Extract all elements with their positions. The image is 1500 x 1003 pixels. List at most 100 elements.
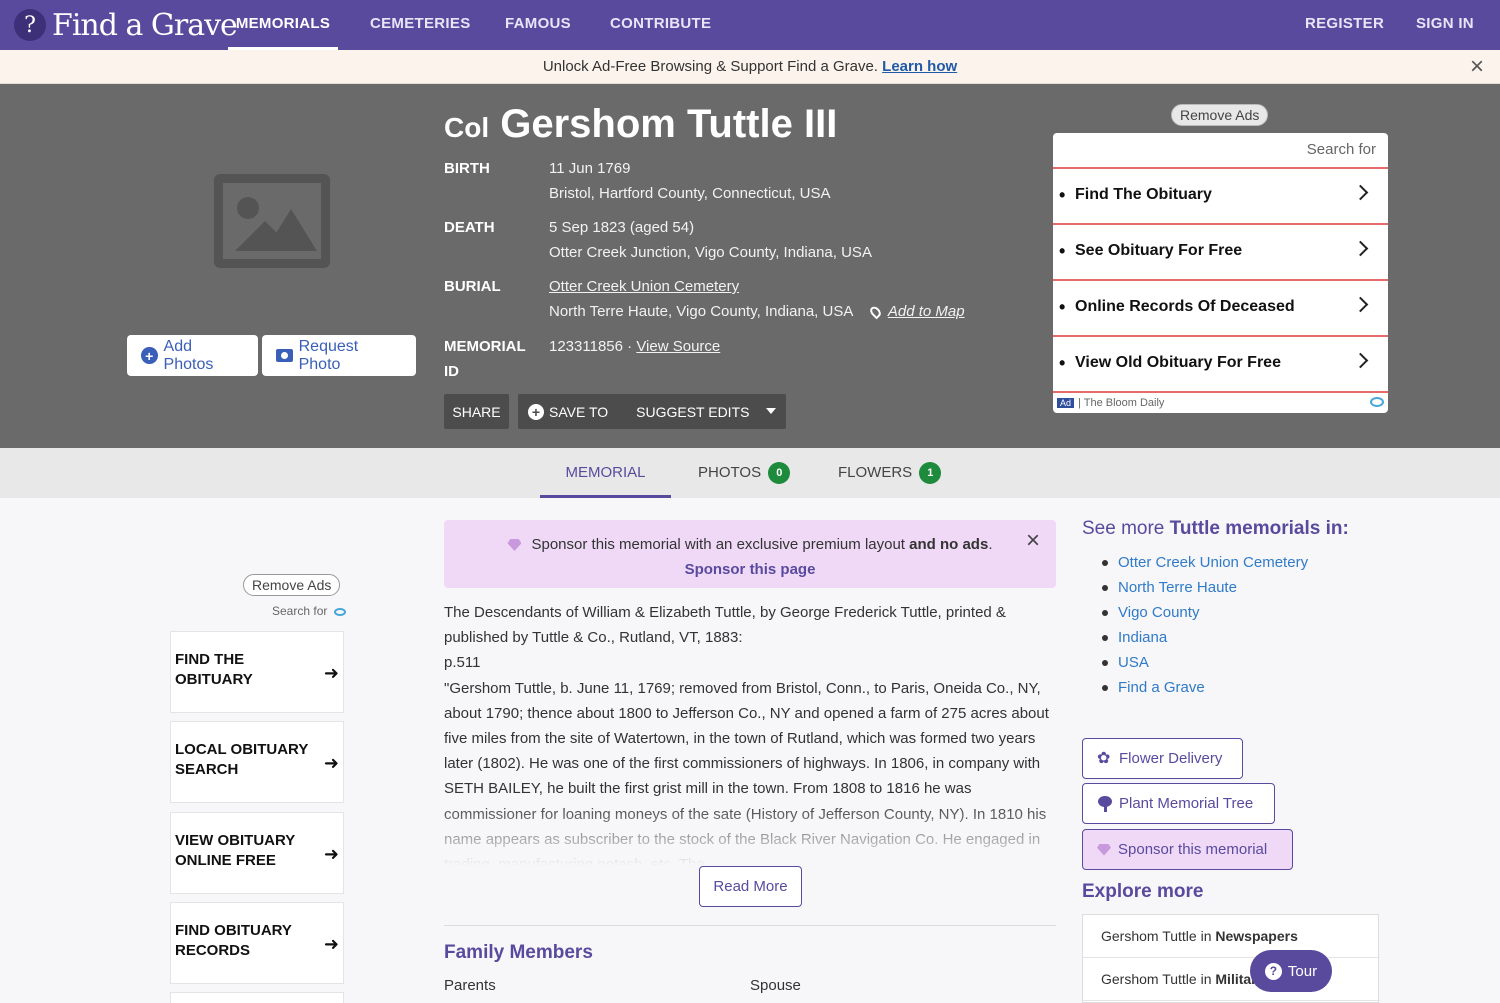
birth-label: BIRTH [444,160,490,177]
suggest-edits-button[interactable]: SUGGEST EDITS [636,404,749,420]
left-ad-find-obituary[interactable]: FIND THE OBITUARY ➜ [170,631,344,713]
ad-item-label: Online Records Of Deceased [1075,298,1295,315]
tour-label: Tour [1287,962,1318,980]
plus-circle-icon: + [141,347,158,364]
see-more-surname: Tuttle [1169,518,1220,539]
ad-search-for-label: Search for [1306,141,1376,158]
ad-item-old-obituary[interactable]: View Old Obituary For Free [1053,335,1388,389]
remove-ads-button[interactable]: Remove Ads [1171,104,1269,126]
birth-place: Bristol, Hartford County, Connecticut, U… [549,185,831,202]
memorial-id-label-2: ID [444,363,459,380]
tab-photos-label: PHOTOS [698,464,762,481]
find-a-grave-logo[interactable]: ? Find a Grave [14,4,238,46]
flower-icon: ✿ [1097,749,1111,767]
flower-delivery-button[interactable]: ✿ Flower Delivery [1082,738,1243,779]
memorial-id-row: 123311856 · View Source [549,338,720,355]
left-ad-obituary-records[interactable]: FIND OBITUARY RECORDS ➜ [170,902,344,984]
sponsor-period: . [988,536,993,553]
see-more-heading: See more Tuttle memorials in: [1082,518,1349,540]
birth-date: 11 Jun 1769 [549,160,631,177]
tab-photos[interactable]: PHOTOS 0 [698,448,791,498]
ad-free-promo-banner: Unlock Ad-Free Browsing & Support Find a… [0,50,1500,84]
sponsor-text: Sponsor this memorial with an exclusive … [531,536,905,553]
sponsor-memorial-button[interactable]: Sponsor this memorial [1082,829,1293,870]
left-ad-search-for: Search for [272,604,346,618]
nav-memorials[interactable]: MEMORIALS [228,0,338,50]
ad-item-label: View Old Obituary For Free [1075,354,1281,371]
ad-badge: Ad [1057,398,1075,408]
left-ad-view-obituary[interactable]: VIEW OBITUARY ONLINE FREE ➜ [170,812,344,894]
eye-icon[interactable] [333,607,346,616]
diamond-icon [1097,843,1111,856]
add-photos-button[interactable]: + Add Photos [127,335,258,376]
chevron-right-icon [1352,296,1369,313]
map-pin-icon [867,304,883,320]
burial-cemetery-link[interactable]: Otter Creek Union Cemetery [549,278,739,295]
burial-place-row: North Terre Haute, Vigo County, Indiana,… [549,303,965,320]
top-nav: ? Find a Grave MEMORIALS CEMETERIES FAMO… [0,0,1500,50]
ad-item-see-obituary[interactable]: See Obituary For Free [1053,223,1388,277]
left-ad-local-obituary[interactable]: LOCAL OBITUARY SEARCH ➜ [170,721,344,803]
ad-source: | The Bloom Daily [1078,397,1165,409]
link-cemetery[interactable]: Otter Creek Union Cemetery [1101,552,1308,577]
top-ad-box: Search for Find The Obituary See Obituar… [1053,133,1388,413]
eye-icon[interactable] [1370,397,1384,407]
save-to-button[interactable]: SAVE TO [549,404,608,420]
ad-item-online-records[interactable]: Online Records Of Deceased [1053,279,1388,333]
full-name: Gershom Tuttle III [500,102,838,146]
explore-row-prefix: Gershom Tuttle in [1101,971,1212,987]
left-remove-ads-button[interactable]: Remove Ads [243,574,341,596]
diamond-icon [507,539,522,552]
left-ad-label: LOCAL OBITUARY SEARCH [175,741,309,778]
tab-flowers[interactable]: FLOWERS 1 [838,448,942,498]
nav-register[interactable]: REGISTER [1305,0,1384,50]
ad-item-label: See Obituary For Free [1075,242,1243,259]
link-find-a-grave[interactable]: Find a Grave [1101,677,1308,702]
plant-tree-label: Plant Memorial Tree [1119,795,1254,812]
arrow-right-icon: ➜ [323,753,339,773]
divider [444,925,1056,926]
see-more-links: Otter Creek Union Cemetery North Terre H… [1101,552,1308,702]
explore-newspapers[interactable]: Gershom Tuttle in Newspapers [1083,915,1380,958]
link-city[interactable]: North Terre Haute [1101,577,1308,602]
sponsor-this-page-link[interactable]: Sponsor this page [685,561,816,578]
link-country[interactable]: USA [1101,652,1308,677]
ad-item-find-obituary[interactable]: Find The Obituary [1053,167,1388,221]
bio-fade [444,800,1056,866]
promo-text: Unlock Ad-Free Browsing & Support Find a… [542,58,878,75]
sponsor-banner: Sponsor this memorial with an exclusive … [444,520,1056,588]
nav-contribute[interactable]: CONTRIBUTE [610,0,711,50]
share-button[interactable]: SHARE [444,394,509,429]
left-ad-more[interactable] [170,992,344,1003]
request-photo-button[interactable]: Request Photo [262,335,416,376]
arrow-right-icon: ➜ [323,663,339,683]
chevron-right-icon [1352,184,1369,201]
view-source-link[interactable]: View Source [636,338,720,355]
close-icon[interactable]: × [1470,54,1484,80]
arrow-right-icon: ➜ [323,934,339,954]
tree-icon [1097,795,1113,812]
left-ad-label: FIND THE OBITUARY [175,651,253,688]
close-icon[interactable]: × [1026,528,1040,553]
read-more-button[interactable]: Read More [699,866,802,907]
see-more-suffix: memorials in: [1225,518,1349,539]
tab-memorial[interactable]: MEMORIAL [540,448,671,498]
link-state[interactable]: Indiana [1101,627,1308,652]
explore-military[interactable]: Gershom Tuttle in Military [1083,958,1380,1001]
add-to-map-link[interactable]: Add to Map [888,303,965,320]
nav-famous[interactable]: FAMOUS [505,0,571,50]
plant-memorial-tree-button[interactable]: Plant Memorial Tree [1082,783,1275,824]
caret-down-icon[interactable] [766,408,776,414]
burial-cemetery-text[interactable]: Otter Creek Union Cemetery [549,278,739,295]
link-county[interactable]: Vigo County [1101,602,1308,627]
camera-icon [276,349,293,362]
nav-sign-in[interactable]: SIGN IN [1416,0,1474,50]
name-prefix: Col [444,112,490,143]
learn-how-link[interactable]: Learn how [882,58,957,75]
ad-footer: Ad | The Bloom Daily [1053,391,1388,413]
tour-button[interactable]: ? Tour [1250,950,1332,992]
logo-mark-icon: ? [14,9,46,41]
chevron-right-icon [1352,352,1369,369]
ad-item-label: Find The Obituary [1075,186,1212,203]
nav-cemeteries[interactable]: CEMETERIES [370,0,471,50]
